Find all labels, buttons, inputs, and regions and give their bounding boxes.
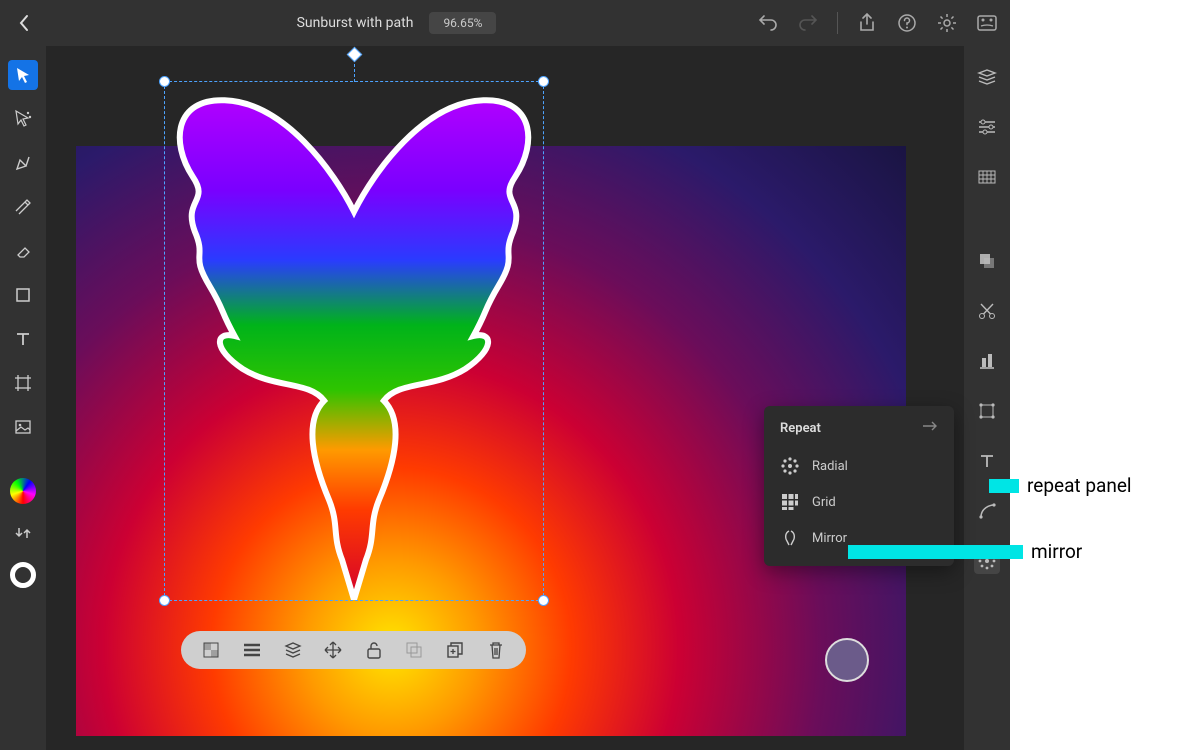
repeat-panel-title: Repeat [780, 421, 821, 436]
panel-forward-icon[interactable] [922, 420, 938, 436]
duplicate-icon[interactable] [444, 639, 466, 661]
curve-icon[interactable] [974, 498, 1000, 524]
cut-icon[interactable] [974, 298, 1000, 324]
annotation-mirror: mirror [848, 540, 1082, 563]
transparency-icon[interactable] [200, 639, 222, 661]
fill-swatch[interactable] [10, 478, 36, 504]
place-image-tool[interactable] [8, 412, 38, 442]
repeat-grid-item[interactable]: Grid [780, 484, 938, 520]
selection-context-bar [181, 631, 526, 669]
divider [837, 12, 838, 34]
direct-select-tool[interactable] [8, 104, 38, 134]
top-bar: Sunburst with path 96.65% [0, 0, 1010, 46]
top-right-actions [757, 12, 998, 34]
annotation-text: mirror [1031, 540, 1082, 563]
zoom-indicator[interactable]: 96.65% [429, 12, 496, 34]
rotate-handle[interactable] [347, 47, 363, 63]
selection-bounds[interactable] [164, 81, 544, 601]
undo-icon[interactable] [757, 12, 779, 34]
shape-tool[interactable] [8, 280, 38, 310]
back-button[interactable] [12, 11, 36, 35]
arrange-icon[interactable] [282, 639, 304, 661]
pen-tool[interactable] [8, 148, 38, 178]
annotation-text: repeat panel [1027, 474, 1132, 497]
type-tool[interactable] [8, 324, 38, 354]
artboard-tool[interactable] [8, 368, 38, 398]
properties-icon[interactable] [974, 114, 1000, 140]
share-icon[interactable] [856, 12, 878, 34]
canvas-area[interactable]: Repeat Radial Grid Mirror [46, 46, 964, 750]
annotation-repeat-panel: repeat panel [989, 474, 1132, 497]
color-swatch-floating[interactable] [825, 638, 869, 682]
repeat-item-label: Radial [812, 459, 848, 474]
list-icon[interactable] [241, 639, 263, 661]
layers-icon[interactable] [974, 64, 1000, 90]
swap-fill-stroke[interactable] [8, 518, 38, 548]
pencil-tool[interactable] [8, 192, 38, 222]
settings-icon[interactable] [936, 12, 958, 34]
repeat-item-label: Mirror [812, 531, 847, 546]
group-icon[interactable] [403, 639, 425, 661]
path-icon[interactable] [974, 398, 1000, 424]
top-center: Sunburst with path 96.65% [36, 12, 757, 34]
move-icon[interactable] [322, 639, 344, 661]
right-toolbar [964, 46, 1010, 750]
app-frame: Sunburst with path 96.65% [0, 0, 1010, 750]
butterfly-shape[interactable] [165, 82, 543, 600]
type-panel-icon[interactable] [974, 448, 1000, 474]
stroke-swatch[interactable] [10, 562, 36, 588]
eraser-tool[interactable] [8, 236, 38, 266]
redo-icon[interactable] [797, 12, 819, 34]
help-icon[interactable] [896, 12, 918, 34]
delete-icon[interactable] [485, 639, 507, 661]
repeat-radial-item[interactable]: Radial [780, 448, 938, 484]
view-mode-icon[interactable] [976, 12, 998, 34]
select-tool[interactable] [8, 60, 38, 90]
precision-icon[interactable] [974, 164, 1000, 190]
repeat-item-label: Grid [812, 495, 836, 510]
workspace: Repeat Radial Grid Mirror [0, 46, 1010, 750]
lock-icon[interactable] [363, 639, 385, 661]
align-icon[interactable] [974, 348, 1000, 374]
document-title: Sunburst with path [297, 15, 414, 31]
combine-icon[interactable] [974, 248, 1000, 274]
left-toolbar [0, 46, 46, 750]
